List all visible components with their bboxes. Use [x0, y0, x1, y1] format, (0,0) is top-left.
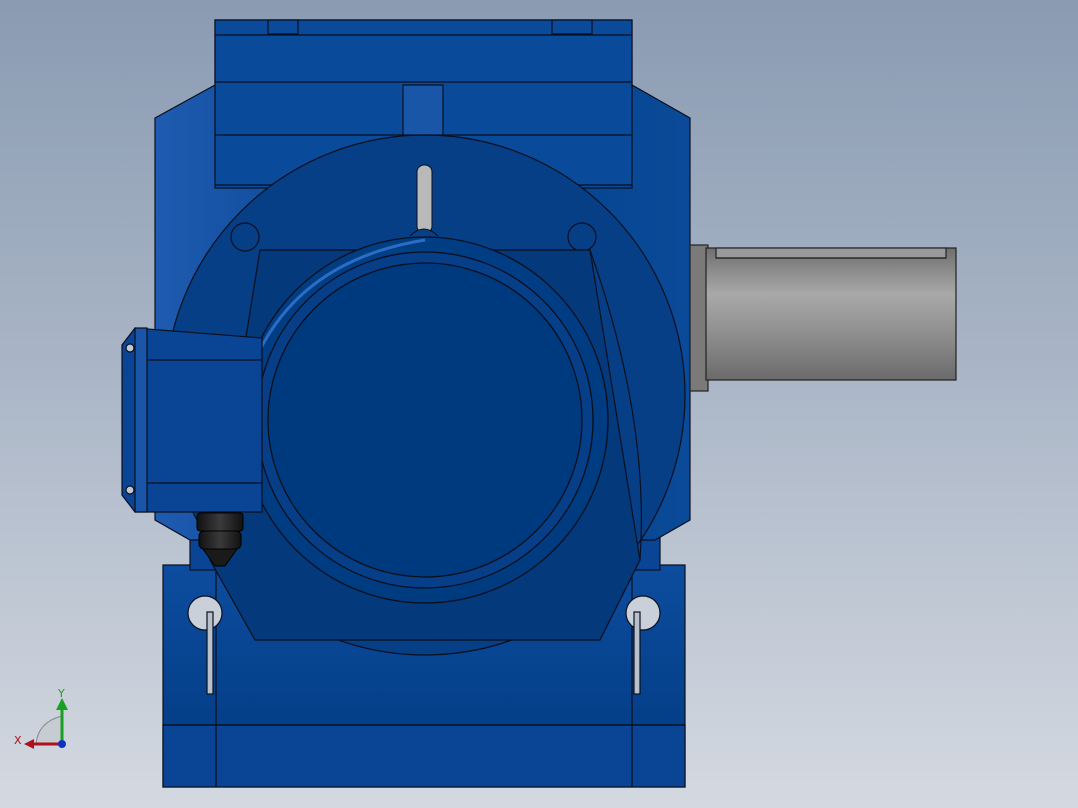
model-3d-view[interactable]	[0, 0, 1078, 808]
y-axis-label: Y	[57, 687, 65, 700]
output-shaft	[689, 244, 957, 392]
coordinate-triad[interactable]: Y X	[10, 684, 80, 754]
x-axis-label: X	[14, 734, 22, 747]
z-axis-icon	[58, 740, 66, 748]
terminal-box	[121, 327, 263, 513]
motor-end-cover	[241, 236, 609, 604]
graphics-viewport[interactable]: Y X	[0, 0, 1078, 808]
coordinate-triad-icon: Y X	[14, 687, 68, 749]
